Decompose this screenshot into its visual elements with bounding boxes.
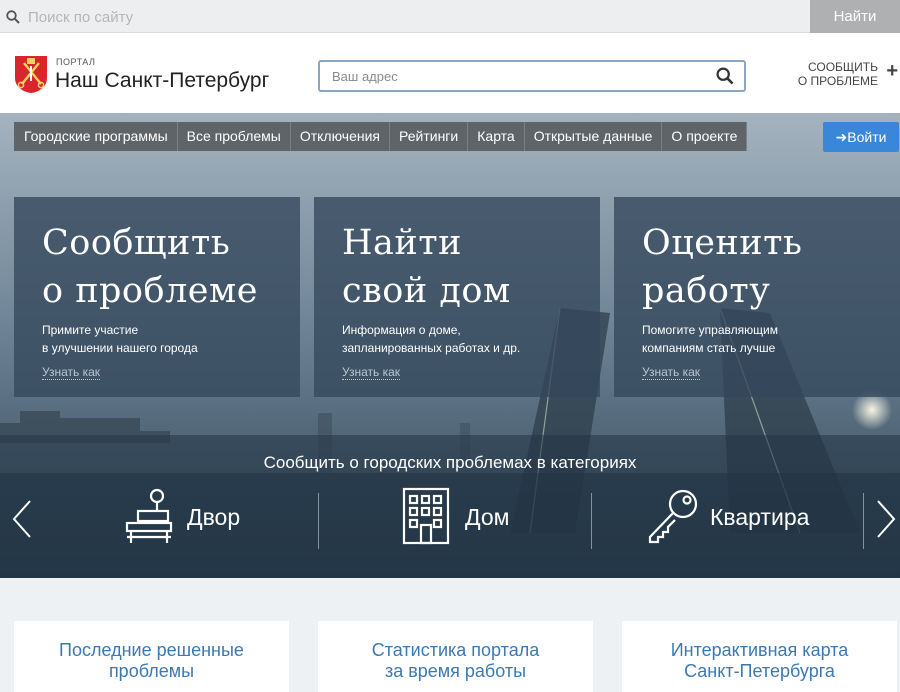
category-house[interactable]: Дом bbox=[400, 487, 530, 555]
nav-ratings[interactable]: Рейтинги bbox=[390, 122, 469, 151]
hero-section: Городские программы Все проблемы Отключе… bbox=[0, 113, 900, 578]
key-icon bbox=[648, 489, 698, 544]
address-input[interactable] bbox=[320, 62, 700, 90]
learn-how-link[interactable]: Узнать как bbox=[642, 365, 701, 380]
card-description: Примите участие в улучшении нашего город… bbox=[42, 323, 198, 355]
nav-map[interactable]: Карта bbox=[468, 122, 525, 151]
nav-open-data[interactable]: Открытые данные bbox=[524, 122, 663, 151]
learn-how-link[interactable]: Узнать как bbox=[342, 365, 401, 380]
header: ПОРТАЛ Наш Санкт-Петербург СООБЩИТЬ О ПР… bbox=[0, 33, 900, 113]
nav-outages[interactable]: Отключения bbox=[290, 122, 391, 151]
categories-panel: Сообщить о городских проблемах в категор… bbox=[0, 435, 900, 578]
address-search bbox=[318, 60, 746, 92]
category-apartment[interactable]: Квартира bbox=[645, 487, 845, 555]
category-label: Двор bbox=[187, 504, 241, 530]
divider bbox=[863, 493, 864, 549]
main-nav: Городские программы Все проблемы Отключе… bbox=[14, 122, 748, 151]
search-icon[interactable] bbox=[716, 67, 734, 85]
card-title: Сообщить о проблеме bbox=[42, 223, 258, 311]
card-portal-stats[interactable]: Статистика портала за время работы bbox=[318, 621, 593, 692]
find-button[interactable]: Найти bbox=[810, 0, 900, 33]
yard-bench-icon bbox=[125, 488, 173, 543]
report-problem-link[interactable]: СООБЩИТЬ О ПРОБЛЕМЕ + bbox=[786, 58, 900, 92]
nav-all-problems[interactable]: Все проблемы bbox=[177, 122, 291, 151]
card-rate-work[interactable]: Оценить работу Помогите управляющим комп… bbox=[614, 197, 900, 397]
divider bbox=[591, 493, 592, 549]
report-problem-label: СООБЩИТЬ О ПРОБЛЕМЕ bbox=[797, 60, 878, 88]
logo-caption: ПОРТАЛ bbox=[56, 57, 96, 67]
card-heading: Последние решенные проблемы bbox=[59, 640, 244, 681]
divider bbox=[318, 493, 319, 549]
login-button[interactable]: ➜Войти bbox=[823, 122, 899, 152]
building-icon bbox=[402, 487, 450, 545]
search-icon bbox=[6, 10, 20, 24]
bottom-section: Последние решенные проблемы Статистика п… bbox=[0, 578, 900, 692]
login-label: Войти bbox=[847, 128, 887, 145]
category-label: Дом bbox=[465, 504, 510, 530]
site-search-input[interactable] bbox=[22, 2, 802, 32]
plus-icon: + bbox=[886, 60, 898, 82]
card-description: Информация о доме, запланированных работ… bbox=[342, 323, 521, 355]
card-find-house[interactable]: Найти свой дом Информация о доме, заплан… bbox=[314, 197, 600, 397]
card-heading: Интерактивная карта Санкт-Петербурга bbox=[670, 640, 849, 681]
login-icon: ➜ bbox=[835, 128, 848, 145]
site-title[interactable]: Наш Санкт-Петербург bbox=[55, 69, 269, 93]
card-title: Оценить работу bbox=[642, 223, 803, 311]
learn-how-link[interactable]: Узнать как bbox=[42, 365, 101, 380]
site-search-bar: Найти bbox=[0, 0, 900, 33]
category-yard[interactable]: Двор bbox=[122, 487, 292, 555]
card-recent-solved[interactable]: Последние решенные проблемы bbox=[14, 621, 289, 692]
chevron-right-icon[interactable] bbox=[874, 497, 898, 541]
chevron-left-icon[interactable] bbox=[10, 497, 34, 541]
nav-about[interactable]: О проекте bbox=[662, 122, 748, 151]
card-interactive-map[interactable]: Интерактивная карта Санкт-Петербурга bbox=[622, 621, 897, 692]
category-label: Квартира bbox=[710, 504, 810, 530]
card-report-problem[interactable]: Сообщить о проблеме Примите участие в ул… bbox=[14, 197, 300, 397]
nav-city-programs[interactable]: Городские программы bbox=[14, 122, 178, 151]
card-description: Помогите управляющим компаниям стать луч… bbox=[642, 323, 778, 355]
card-heading: Статистика портала за время работы bbox=[371, 640, 540, 681]
spb-coat-of-arms-icon[interactable] bbox=[13, 54, 49, 94]
card-title: Найти свой дом bbox=[342, 223, 511, 311]
categories-heading: Сообщить о городских проблемах в категор… bbox=[263, 453, 637, 472]
